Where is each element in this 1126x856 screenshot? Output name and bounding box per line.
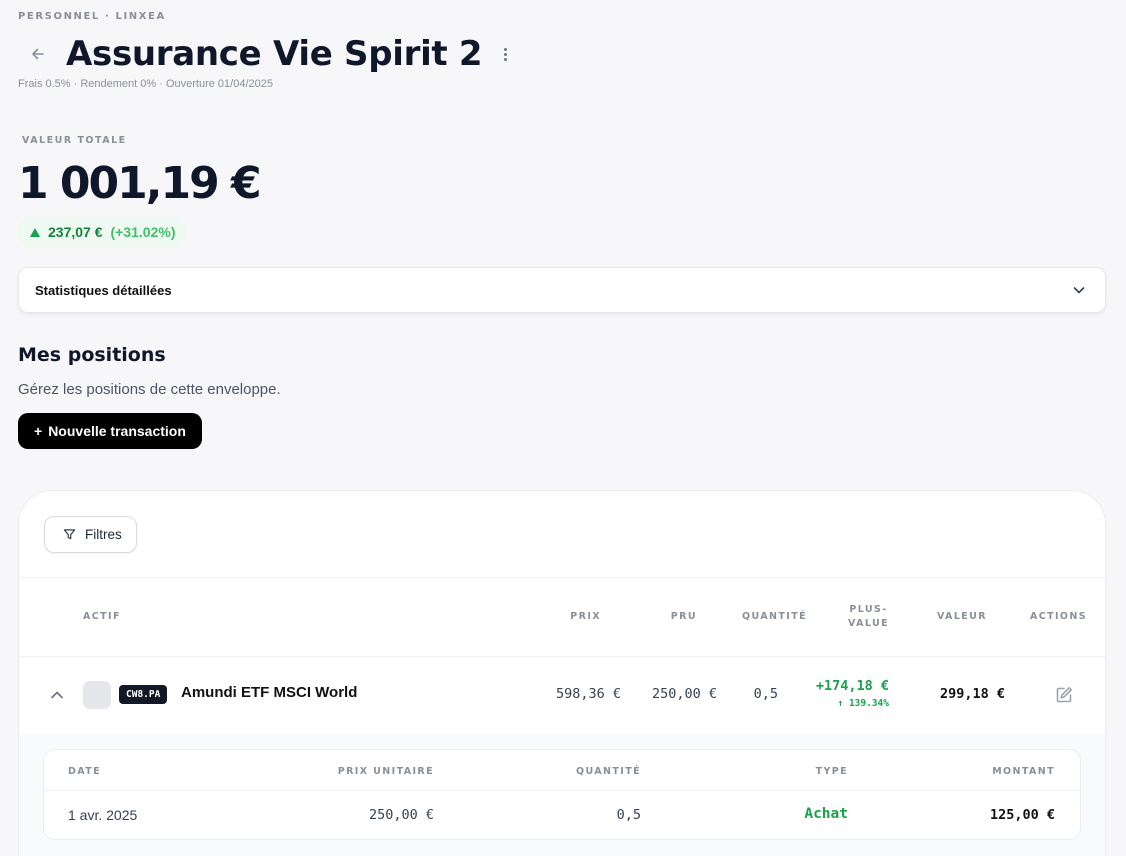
page-title: Assurance Vie Spirit 2 <box>66 34 483 74</box>
plus-icon: + <box>34 423 43 439</box>
total-value: 1 001,19 € <box>18 158 262 209</box>
col-header-value: VALEUR <box>936 611 987 622</box>
chevron-up-icon[interactable] <box>47 685 67 705</box>
tx-col-unit-price: PRIX UNITAIRE <box>337 766 434 777</box>
filter-icon <box>63 529 76 540</box>
col-header-actions: ACTIONS <box>1029 611 1087 622</box>
asset-logo <box>83 681 111 709</box>
quantity-cell: 0,5 <box>753 686 778 702</box>
detailed-stats-toggle[interactable]: Statistiques détaillées <box>18 267 1106 313</box>
gain-percent: (+31.02%) <box>110 224 176 240</box>
tx-unit-price: 250,00 € <box>368 807 434 823</box>
arrow-left-icon <box>32 48 44 60</box>
title-row: Assurance Vie Spirit 2 <box>18 30 514 78</box>
col-header-price: PRIX <box>570 611 601 622</box>
tx-col-amount: MONTANT <box>992 766 1055 777</box>
account-subtitle: Frais 0.5% · Rendement 0% · Ouverture 01… <box>18 78 273 90</box>
col-header-gain-line1: PLUS- <box>849 604 888 615</box>
col-header-gain-line2: VALUE <box>848 618 889 629</box>
col-header-gain: PLUS- VALUE <box>848 603 889 631</box>
kebab-dot-icon <box>503 52 507 56</box>
gain-percent-cell: ↑ 139.34% <box>837 698 889 709</box>
new-transaction-label: Nouvelle transaction <box>48 423 186 439</box>
divider <box>19 656 1105 657</box>
gain-badge: 237,07 € (+31.02%) <box>18 217 188 247</box>
asset-name: Amundi ETF MSCI World <box>181 684 358 701</box>
divider <box>19 577 1105 578</box>
tx-quantity: 0,5 <box>616 807 641 823</box>
kebab-dot-icon <box>503 47 507 51</box>
more-options-button[interactable] <box>496 42 514 66</box>
positions-table: Filtres ACTIF PRIX PRU QUANTITÉ PLUS- VA… <box>18 490 1106 856</box>
chevron-down-icon <box>1073 287 1085 294</box>
breadcrumb: PERSONNEL · LINXEA <box>18 11 166 22</box>
tx-col-date: DATE <box>68 766 102 777</box>
gain-cell: +174,18 € <box>815 678 889 694</box>
new-transaction-button[interactable]: + Nouvelle transaction <box>18 413 202 449</box>
tx-date: 1 avr. 2025 <box>68 807 138 823</box>
divider <box>44 790 1080 791</box>
transactions-table: DATE PRIX UNITAIRE QUANTITÉ TYPE MONTANT… <box>43 749 1081 840</box>
kebab-dot-icon <box>503 57 507 61</box>
tx-col-type: TYPE <box>815 766 848 777</box>
triangle-up-icon <box>30 227 40 237</box>
price-cell: 598,36 € <box>555 686 621 702</box>
total-value-label: VALEUR TOTALE <box>22 135 127 146</box>
pru-cell: 250,00 € <box>651 686 717 702</box>
col-header-quantity: QUANTITÉ <box>742 611 807 622</box>
edit-icon[interactable] <box>1054 685 1074 705</box>
filters-button[interactable]: Filtres <box>44 516 137 553</box>
tx-type: Achat <box>804 806 848 822</box>
gain-amount: 237,07 € <box>48 224 103 240</box>
positions-title: Mes positions <box>18 344 166 366</box>
ticker-badge: CW8.PA <box>119 685 168 704</box>
positions-subtitle: Gérez les positions de cette enveloppe. <box>18 381 281 398</box>
tx-amount: 125,00 € <box>989 807 1055 823</box>
back-button[interactable] <box>18 34 58 74</box>
detailed-stats-label: Statistiques détaillées <box>35 282 172 298</box>
col-header-pru: PRU <box>670 611 697 622</box>
tx-col-quantity: QUANTITÉ <box>576 766 641 777</box>
value-cell: 299,18 € <box>939 686 1005 702</box>
filters-label: Filtres <box>85 527 122 542</box>
col-header-asset: ACTIF <box>83 611 121 622</box>
